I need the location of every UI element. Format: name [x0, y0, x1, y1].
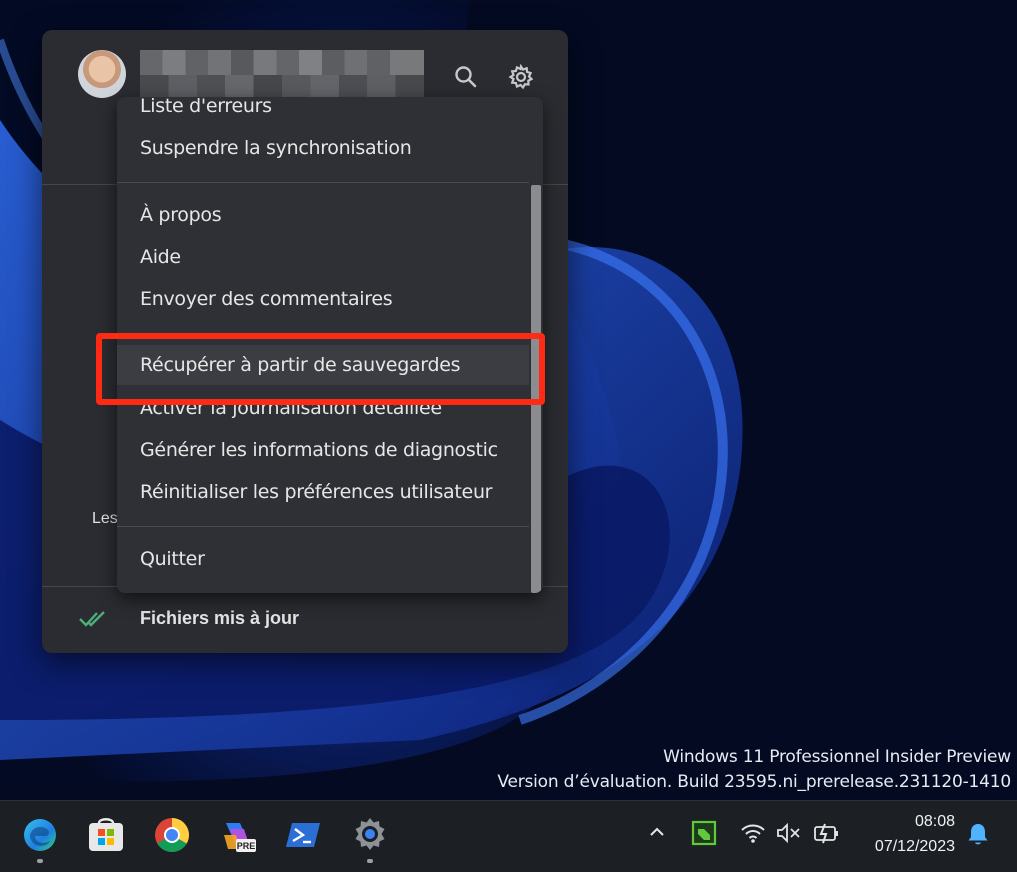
account-name-blurred	[140, 50, 424, 100]
menu-item-send-feedback[interactable]: Envoyer des commentaires	[117, 279, 529, 319]
menu-item-diagnostics[interactable]: Générer les informations de diagnostic	[117, 430, 529, 470]
menu-item-about[interactable]: À propos	[117, 195, 529, 235]
settings-running-indicator	[367, 859, 373, 863]
menu-item-quit[interactable]: Quitter	[117, 539, 529, 579]
edge-running-indicator	[37, 859, 43, 863]
menu-separator	[117, 526, 529, 527]
menu-item-reset-preferences[interactable]: Réinitialiser les préférences utilisateu…	[117, 472, 529, 512]
menu-item-error-list[interactable]: Liste d'erreurs	[117, 97, 529, 126]
bell-icon[interactable]	[966, 821, 990, 852]
taskbar: PRE 08:08 07/12/2023	[0, 800, 1017, 872]
windows-watermark-line1: Windows 11 Professionnel Insider Preview	[663, 747, 1011, 767]
avatar[interactable]	[78, 50, 126, 98]
menu-item-pause-sync[interactable]: Suspendre la synchronisation	[117, 128, 529, 168]
edge-icon[interactable]	[20, 815, 60, 855]
clock-date[interactable]: 07/12/2023	[875, 838, 955, 856]
settings-app-icon[interactable]	[350, 815, 390, 855]
chrome-icon[interactable]	[152, 815, 192, 855]
copilot-badge: PRE	[237, 841, 256, 851]
volume-muted-icon[interactable]	[776, 822, 802, 849]
search-icon[interactable]	[453, 64, 479, 90]
wifi-icon[interactable]	[740, 822, 766, 849]
menu-item-help[interactable]: Aide	[117, 237, 529, 277]
clock-time[interactable]: 08:08	[915, 813, 955, 831]
windows-watermark-line2: Version d’évaluation. Build 23595.ni_pre…	[497, 772, 1011, 792]
panel-partial-text: Les	[92, 510, 118, 527]
store-icon[interactable]	[86, 815, 126, 855]
double-check-icon	[78, 608, 108, 635]
gear-icon[interactable]	[508, 63, 534, 90]
sync-status-label: Fichiers mis à jour	[140, 608, 300, 628]
sync-status-row: Fichiers mis à jour	[42, 586, 568, 653]
chevron-up-icon[interactable]	[647, 822, 667, 847]
copilot-icon[interactable]: PRE	[218, 815, 258, 855]
menu-separator	[117, 182, 529, 183]
battery-charging-icon[interactable]	[812, 822, 840, 849]
app-tray-icon[interactable]	[690, 819, 718, 852]
terminal-icon[interactable]	[284, 815, 324, 855]
highlight-annotation	[96, 333, 545, 405]
